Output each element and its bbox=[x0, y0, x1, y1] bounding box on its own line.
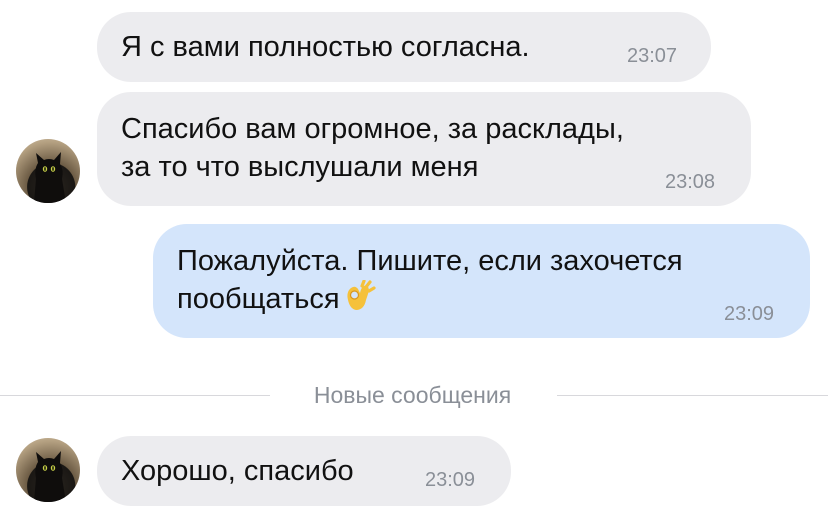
message-time: 23:09 bbox=[724, 303, 775, 325]
new-messages-divider: Новые сообщения bbox=[313, 382, 512, 408]
message-time: 23:09 bbox=[425, 469, 476, 491]
black-cat-avatar-icon bbox=[34, 152, 66, 203]
message-bubble[interactable]: Спасибо вам огромное, за расклады, за то… bbox=[97, 92, 751, 206]
message-text: Хорошо, спасибо bbox=[121, 455, 354, 487]
message-text: Я с вами полностью согласна. bbox=[121, 31, 530, 63]
divider-line-left bbox=[0, 395, 270, 396]
message-time: 23:08 bbox=[665, 171, 716, 193]
message-time: 23:07 bbox=[627, 45, 678, 67]
contact-avatar[interactable] bbox=[16, 139, 80, 203]
message-text-wrap: Пожалуйста. Пишите, если захочется пообщ… bbox=[177, 242, 683, 324]
divider-line-right bbox=[557, 395, 828, 396]
message-bubble[interactable]: Я с вами полностью согласна. 23:07 bbox=[97, 12, 711, 82]
message-bubble[interactable]: Хорошо, спасибо 23:09 bbox=[97, 436, 511, 506]
message-text: Спасибо вам огромное, за расклады, за то… bbox=[121, 113, 624, 183]
contact-avatar[interactable] bbox=[16, 438, 80, 502]
black-cat-avatar-icon bbox=[34, 451, 66, 502]
ok-hand-icon bbox=[342, 279, 376, 324]
message-text: Пожалуйста. Пишите, если захочется пообщ… bbox=[177, 245, 683, 315]
message-bubble[interactable]: Пожалуйста. Пишите, если захочется пообщ… bbox=[153, 224, 810, 338]
